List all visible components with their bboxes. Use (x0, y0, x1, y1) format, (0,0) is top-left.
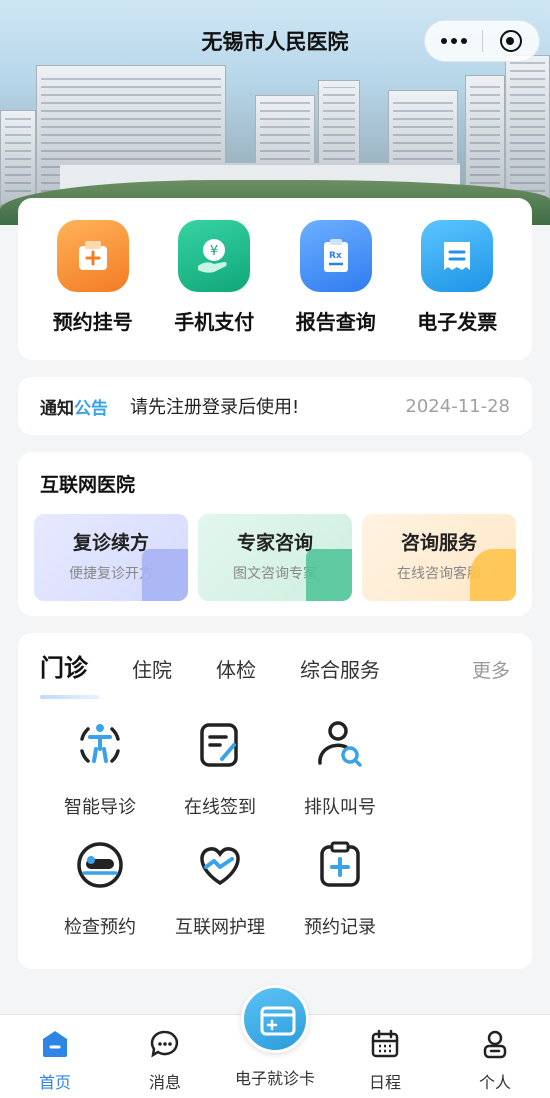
notice-tag-a: 通知 (40, 398, 74, 419)
queue-call-button[interactable]: 排队叫号 (280, 719, 400, 839)
appointment-button[interactable]: 预约挂号 (38, 220, 148, 360)
booking-record-button[interactable]: 预约记录 (280, 839, 400, 959)
internet-hospital-card: 互联网医院 复诊续方 便捷复诊开方 专家咨询 图文咨询专家 咨询服务 在线咨询客… (18, 452, 532, 616)
tab-label: 电子就诊卡 (234, 1069, 315, 1088)
mini-program-close-icon[interactable] (483, 30, 539, 52)
tab-label: 日程 (368, 1073, 401, 1092)
medical-card-button[interactable] (241, 985, 309, 1053)
follow-up-prescription-tile[interactable]: 复诊续方 便捷复诊开方 (34, 514, 188, 601)
booking-record-icon (320, 841, 360, 887)
clinic-services-card: 门诊 住院 体检 综合服务 更多 智能导诊 在线签到 排队叫号 检查预约 互联网… (18, 633, 532, 969)
tab-schedule[interactable]: 日程 (330, 1015, 440, 1098)
report-icon: Rx (299, 220, 372, 292)
tab-label: 个人 (478, 1073, 511, 1092)
invoice-icon (421, 220, 494, 292)
home-icon (43, 1031, 67, 1057)
notice-date: 2024-11-28 (405, 395, 510, 417)
building (0, 110, 36, 205)
document-deco-icon (306, 549, 352, 601)
appointment-icon (56, 220, 129, 292)
building (505, 55, 550, 205)
svg-text:Rx: Rx (329, 251, 342, 261)
queue-call-icon (318, 721, 362, 767)
mobile-pay-label: 手机支付 (174, 310, 255, 334)
message-icon (150, 1030, 179, 1058)
notice-tag-b: 公告 (74, 398, 108, 419)
exam-booking-label: 检查预约 (64, 917, 136, 938)
tab-messages[interactable]: 消息 (110, 1015, 220, 1098)
appointment-label: 预约挂号 (52, 310, 133, 334)
prescription-deco-icon (142, 549, 188, 601)
more-dots-icon[interactable] (425, 38, 482, 44)
profile-icon (483, 1030, 507, 1059)
calendar-icon (371, 1029, 399, 1058)
tab-checkup[interactable]: 体检 (216, 654, 256, 683)
tab-general-service[interactable]: 综合服务 (300, 654, 380, 683)
online-checkin-icon (200, 723, 238, 767)
more-link[interactable]: 更多 (472, 656, 510, 683)
smart-guide-button[interactable]: 智能导诊 (40, 719, 160, 839)
online-checkin-label: 在线签到 (184, 797, 256, 818)
booking-record-label: 预约记录 (304, 917, 376, 938)
e-invoice-label: 电子发票 (417, 310, 498, 334)
quick-services-card: 预约挂号 ¥ 手机支付 Rx 报告查询 电子发票 (18, 198, 532, 360)
exam-booking-icon (77, 842, 123, 888)
svg-text:¥: ¥ (210, 244, 218, 259)
mobile-pay-button[interactable]: ¥ 手机支付 (159, 220, 269, 360)
mobile-pay-icon: ¥ (178, 220, 251, 292)
clinic-tabs: 门诊 住院 体检 综合服务 更多 (40, 647, 510, 683)
expert-consult-tile[interactable]: 专家咨询 图文咨询专家 (198, 514, 352, 601)
tab-outpatient[interactable]: 门诊 (40, 648, 88, 683)
notice-bar[interactable]: 通知 公告 请先注册登录后使用! 2024-11-28 (18, 377, 532, 435)
internet-hospital-title: 互联网医院 (40, 474, 136, 496)
report-query-label: 报告查询 (295, 310, 376, 334)
e-invoice-button[interactable]: 电子发票 (402, 220, 512, 360)
mini-program-capsule (424, 20, 540, 62)
tab-label: 首页 (38, 1073, 71, 1092)
tab-inpatient[interactable]: 住院 (132, 654, 172, 683)
internet-nursing-label: 互联网护理 (175, 917, 265, 938)
notice-message: 请先注册登录后使用! (130, 397, 300, 418)
internet-nursing-button[interactable]: 互联网护理 (160, 839, 280, 959)
tab-profile[interactable]: 个人 (440, 1015, 550, 1098)
medical-card-icon (260, 1006, 296, 1036)
online-checkin-button[interactable]: 在线签到 (160, 719, 280, 839)
smart-guide-label: 智能导诊 (64, 797, 136, 818)
report-query-button[interactable]: Rx 报告查询 (281, 220, 391, 360)
queue-call-label: 排队叫号 (304, 797, 376, 818)
tab-label: 消息 (148, 1073, 181, 1092)
consult-service-tile[interactable]: 咨询服务 在线咨询客服 (362, 514, 516, 601)
exam-booking-button[interactable]: 检查预约 (40, 839, 160, 959)
internet-nursing-icon (200, 847, 240, 886)
active-tab-indicator (40, 695, 100, 699)
customer-service-deco-icon (470, 549, 516, 601)
smart-guide-icon (80, 724, 120, 763)
tab-home[interactable]: 首页 (0, 1015, 110, 1098)
